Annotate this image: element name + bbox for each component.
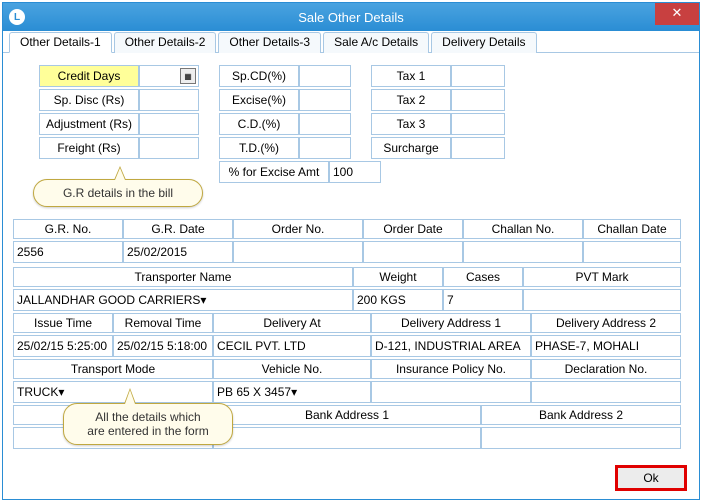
chevron-down-icon[interactable]: ▾ xyxy=(58,385,64,399)
tab-sale-ac-details[interactable]: Sale A/c Details xyxy=(323,32,429,53)
cases-input[interactable]: 7 xyxy=(443,289,523,311)
issue-time-input[interactable]: 25/02/15 5:25:00 xyxy=(13,335,113,357)
tax3-label: Tax 3 xyxy=(371,113,451,135)
chevron-down-icon[interactable]: ▾ xyxy=(291,385,297,399)
delivery-addr2-input[interactable]: PHASE-7, MOHALI xyxy=(531,335,681,357)
declaration-input[interactable] xyxy=(531,381,681,403)
weight-input[interactable]: 200 KGS xyxy=(353,289,443,311)
gr-date-header: G.R. Date xyxy=(123,219,233,239)
adjustment-label: Adjustment (Rs) xyxy=(39,113,139,135)
delivery-at-input[interactable]: CECIL PVT. LTD xyxy=(213,335,371,357)
ok-button[interactable]: Ok xyxy=(615,465,687,491)
pvt-mark-input[interactable] xyxy=(523,289,681,311)
cd-label: C.D.(%) xyxy=(219,113,299,135)
insurance-input[interactable] xyxy=(371,381,531,403)
close-button[interactable]: ✕ xyxy=(655,3,699,25)
challan-no-header: Challan No. xyxy=(463,219,583,239)
transporter-header: Transporter Name xyxy=(13,267,353,287)
tax1-input[interactable] xyxy=(451,65,505,87)
callout-all-details: All the details which are entered in the… xyxy=(63,403,233,445)
titlebar: L Sale Other Details ✕ xyxy=(3,3,699,31)
surcharge-label: Surcharge xyxy=(371,137,451,159)
freight-input[interactable] xyxy=(139,137,199,159)
tab-delivery-details[interactable]: Delivery Details xyxy=(431,32,536,53)
order-date-header: Order Date xyxy=(363,219,463,239)
removal-time-input[interactable]: 25/02/15 5:18:00 xyxy=(113,335,213,357)
challan-date-header: Challan Date xyxy=(583,219,681,239)
bank-addr1-header: Bank Address 1 xyxy=(213,405,481,425)
pct-excise-input[interactable]: 100 xyxy=(329,161,381,183)
tab-other-details-1[interactable]: Other Details-1 xyxy=(9,32,112,53)
sp-disc-input[interactable] xyxy=(139,89,199,111)
bank-addr2-header: Bank Address 2 xyxy=(481,405,681,425)
tax2-input[interactable] xyxy=(451,89,505,111)
removal-time-header: Removal Time xyxy=(113,313,213,333)
tab-other-details-2[interactable]: Other Details-2 xyxy=(114,32,217,53)
vehicle-no-dropdown[interactable]: PB 65 X 3457▾ xyxy=(213,381,371,403)
pvt-mark-header: PVT Mark xyxy=(523,267,681,287)
td-input[interactable] xyxy=(299,137,351,159)
tax3-input[interactable] xyxy=(451,113,505,135)
credit-days-input[interactable]: ▦ xyxy=(139,65,199,87)
credit-days-label: Credit Days xyxy=(39,65,139,87)
freight-label: Freight (Rs) xyxy=(39,137,139,159)
issue-time-header: Issue Time xyxy=(13,313,113,333)
cases-header: Cases xyxy=(443,267,523,287)
tax2-label: Tax 2 xyxy=(371,89,451,111)
weight-header: Weight xyxy=(353,267,443,287)
order-no-input[interactable] xyxy=(233,241,363,263)
insurance-header: Insurance Policy No. xyxy=(371,359,531,379)
chevron-down-icon[interactable]: ▾ xyxy=(200,293,206,307)
surcharge-input[interactable] xyxy=(451,137,505,159)
cd-input[interactable] xyxy=(299,113,351,135)
td-label: T.D.(%) xyxy=(219,137,299,159)
delivery-addr1-header: Delivery Address 1 xyxy=(371,313,531,333)
bank-addr1-input[interactable] xyxy=(213,427,481,449)
excise-input[interactable] xyxy=(299,89,351,111)
adjustment-input[interactable] xyxy=(139,113,199,135)
declaration-header: Declaration No. xyxy=(531,359,681,379)
tax1-label: Tax 1 xyxy=(371,65,451,87)
challan-no-input[interactable] xyxy=(463,241,583,263)
transporter-dropdown[interactable]: JALLANDHAR GOOD CARRIERS▾ xyxy=(13,289,353,311)
challan-date-input[interactable] xyxy=(583,241,681,263)
window-frame: L Sale Other Details ✕ Other Details-1 O… xyxy=(2,2,700,500)
sp-disc-label: Sp. Disc (Rs) xyxy=(39,89,139,111)
order-no-header: Order No. xyxy=(233,219,363,239)
gr-date-input[interactable]: 25/02/2015 xyxy=(123,241,233,263)
bank-addr2-input[interactable] xyxy=(481,427,681,449)
pct-excise-label: % for Excise Amt xyxy=(219,161,329,183)
delivery-addr2-header: Delivery Address 2 xyxy=(531,313,681,333)
gr-no-header: G.R. No. xyxy=(13,219,123,239)
spcd-input[interactable] xyxy=(299,65,351,87)
gr-no-input[interactable]: 2556 xyxy=(13,241,123,263)
tabbar: Other Details-1 Other Details-2 Other De… xyxy=(3,31,699,53)
callout-gr-details: G.R details in the bill xyxy=(33,179,203,207)
transport-mode-header: Transport Mode xyxy=(13,359,213,379)
delivery-at-header: Delivery At xyxy=(213,313,371,333)
order-date-input[interactable] xyxy=(363,241,463,263)
window-title: Sale Other Details xyxy=(3,10,699,25)
content-area: Credit Days ▦ Sp.CD(%) Tax 1 Sp. Disc (R… xyxy=(3,53,699,457)
tab-other-details-3[interactable]: Other Details-3 xyxy=(218,32,321,53)
calculator-icon[interactable]: ▦ xyxy=(180,68,196,84)
transport-mode-dropdown[interactable]: TRUCK▾ xyxy=(13,381,213,403)
spcd-label: Sp.CD(%) xyxy=(219,65,299,87)
excise-label: Excise(%) xyxy=(219,89,299,111)
vehicle-no-header: Vehicle No. xyxy=(213,359,371,379)
delivery-addr1-input[interactable]: D-121, INDUSTRIAL AREA xyxy=(371,335,531,357)
